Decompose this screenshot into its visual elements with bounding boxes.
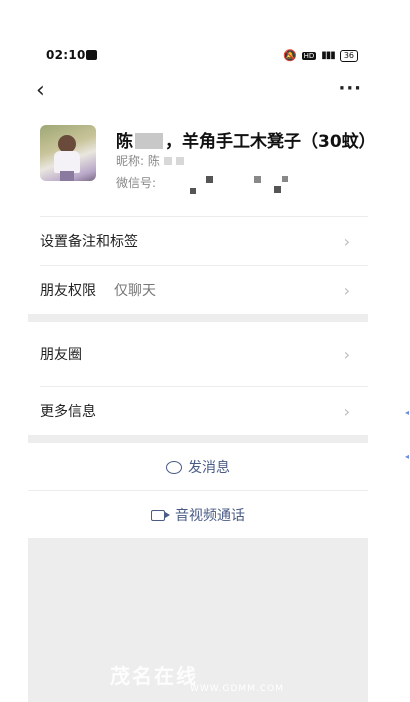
chevron-right-icon: ›: [343, 401, 350, 421]
edge-marker: ◂: [405, 452, 410, 461]
wechat-id-label: 微信号:: [116, 176, 157, 190]
nickname-label: 昵称:: [116, 154, 145, 168]
battery-icon: 36: [339, 49, 358, 62]
row-friend-permissions[interactable]: 朋友权限 仅聊天 ›: [28, 266, 368, 314]
name-prefix: 陈: [116, 132, 133, 152]
row-label: 更多信息: [40, 404, 96, 420]
row-label: 朋友圈: [40, 347, 82, 363]
name-redaction: [135, 133, 163, 149]
status-bar: 02:10 🔕 HD ▮▮▮ 36: [46, 48, 358, 66]
nickname-value: 陈: [147, 154, 160, 168]
nickname-redaction-2: [175, 157, 184, 165]
chevron-right-icon: ›: [343, 231, 350, 251]
status-time: 02:10: [46, 48, 86, 62]
av-call-button[interactable]: 音视频通话: [28, 491, 368, 539]
row-label: 设置备注和标签: [40, 234, 138, 250]
id-redaction-pixel: [282, 176, 288, 182]
empty-area: [28, 538, 368, 702]
av-call-label: 音视频通话: [175, 508, 245, 524]
nickname-line: 昵称: 陈: [116, 152, 184, 169]
more-dots-icon[interactable]: ···: [338, 78, 362, 99]
video-camera-icon: [151, 509, 170, 521]
chevron-right-icon: ›: [343, 344, 350, 364]
wechat-id-line: 微信号:: [116, 174, 156, 191]
message-bubble-icon: [166, 460, 182, 474]
id-redaction-pixel: [254, 176, 261, 183]
avatar-body: [54, 151, 80, 173]
avatar-legs: [60, 171, 74, 181]
name-suffix: ，羊角手工木凳子（30蚊）: [165, 132, 376, 152]
back-arrow-icon[interactable]: ‹: [36, 80, 45, 102]
row-label: 朋友权限: [40, 283, 96, 299]
row-moments[interactable]: 朋友圈 ›: [28, 330, 368, 378]
row-more-info[interactable]: 更多信息 ›: [28, 387, 368, 435]
contact-name: 陈 ，羊角手工木凳子（30蚊）: [116, 127, 376, 152]
row-remark-tags[interactable]: 设置备注和标签 ›: [28, 217, 368, 265]
avatar[interactable]: [40, 125, 96, 181]
section-gap: [28, 435, 368, 443]
send-message-label: 发消息: [188, 460, 230, 476]
id-redaction-pixel: [190, 188, 196, 194]
id-redaction-pixel: [274, 186, 281, 193]
id-redaction-pixel: [206, 176, 213, 183]
chevron-right-icon: ›: [343, 280, 350, 300]
hd-badge: HD: [301, 51, 317, 60]
edge-marker: ◂: [405, 408, 410, 417]
signal-icon: ▮▮▮: [321, 50, 335, 61]
mute-icon: 🔕: [282, 49, 297, 62]
status-right: 🔕 HD ▮▮▮ 36: [283, 49, 358, 62]
section-gap: [28, 314, 368, 322]
watermark-url: WWW.GDMM.COM: [190, 684, 284, 694]
send-message-button[interactable]: 发消息: [28, 443, 368, 491]
watermark-logo: 茂名在线: [110, 664, 198, 688]
contact-profile-screen: 02:10 🔕 HD ▮▮▮ 36 ‹ ··· 陈 ，羊角手工木凳子（30蚊） 昵…: [28, 30, 376, 702]
row-value: 仅聊天: [114, 283, 156, 299]
nickname-redaction: [163, 157, 172, 165]
notification-icon: [86, 50, 97, 60]
